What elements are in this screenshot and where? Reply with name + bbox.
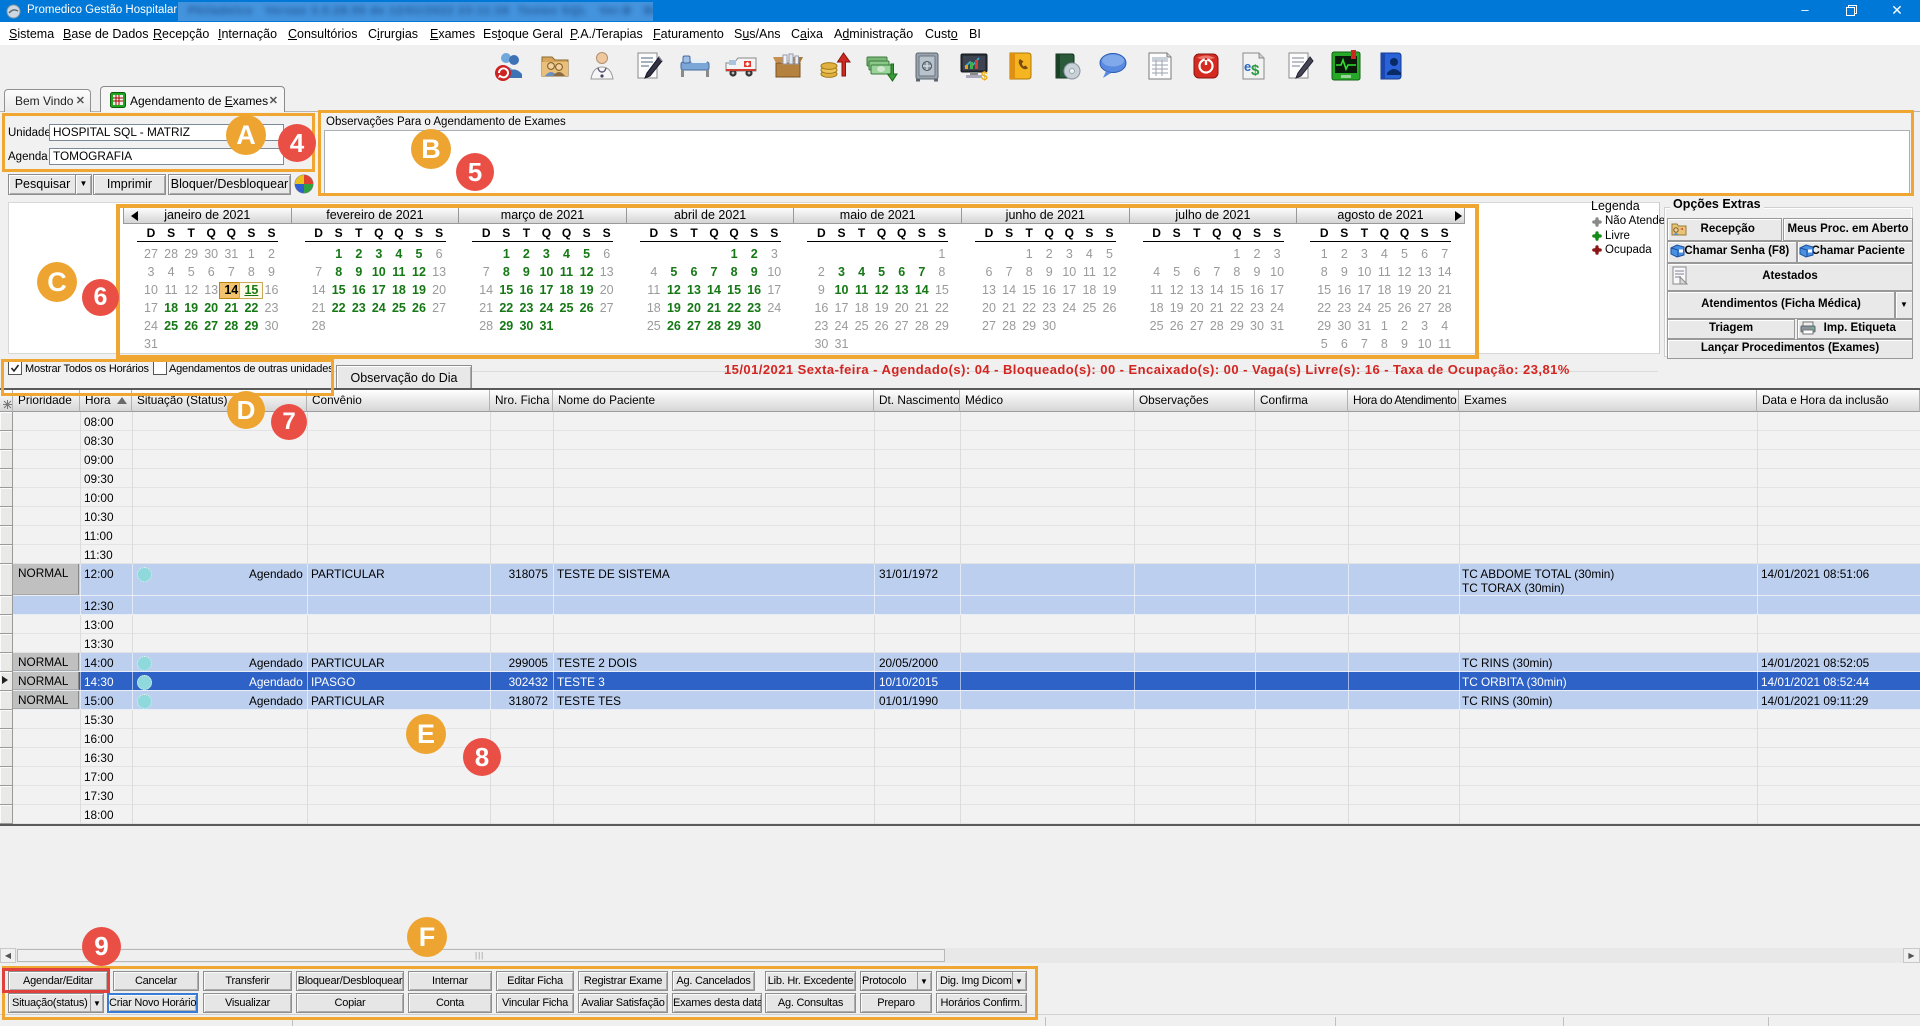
- svg-text:$: $: [1251, 62, 1260, 79]
- svg-text:$: $: [981, 69, 988, 83]
